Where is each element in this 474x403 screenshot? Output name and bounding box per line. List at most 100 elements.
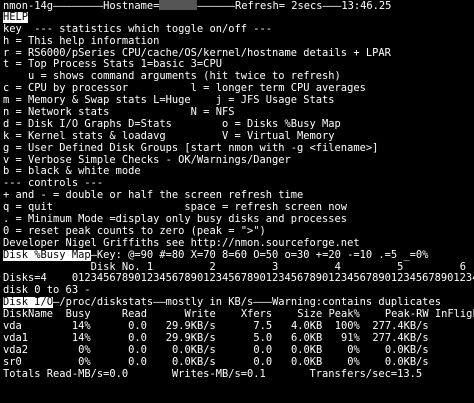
column-header: DiskName [3,309,54,321]
table-cell-peakrw: 0.0KB/s [384,356,429,368]
table-cell-peakrw: 0.0KB/s [384,344,429,356]
column-header: Size [297,309,323,321]
busy-map-tab[interactable]: Disk %Busy Map [3,249,91,261]
help-line: . = Minimum Mode =display only busy disk… [3,214,348,226]
disk-digit-ruler: 0123456789012345678901234567890123456789… [71,273,474,285]
help-line: u = shows command arguments (hit twice t… [3,71,341,83]
help-line: r = RS6000/pSeries CPU/cache/OS/kernel/h… [3,47,391,59]
table-cell-inflight: 0 [429,321,474,333]
help-line: b = black & white mode [3,166,141,178]
busy-map-digits-row: Disks=4 01234567890123456789012345678901… [3,273,474,285]
table-cell-read: 0.0 [128,344,147,356]
disk-io-header: Disk I/O—/proc/diskstats——mostly in KB/s… [3,297,474,309]
table-cell-peakrw: 277.4KB/s [372,332,429,344]
help-lines: key --- statistics which toggle on/off -… [3,24,474,250]
help-line: d = Disk I/O Graphs D=Stats o = Disks %B… [3,118,341,130]
table-cell-name: vda2 [3,344,29,356]
disk-io-table: vda14%0.029.9KB/s7.54.0KB100%277.4KB/s0v… [3,321,474,369]
clock-time: 13:46.25 [341,0,392,12]
table-cell-size: 0.0KB [290,344,323,356]
help-line: n = Network stats N = NFS [3,107,235,119]
status-separator: —— [153,297,166,309]
disk-io-tab[interactable]: Disk I/O [3,297,54,309]
busy-map-disk-numbers: Disk No. 1 2 3 4 5 6 [3,262,474,274]
help-tab[interactable]: HELP [3,11,29,23]
table-cell-write: 29.9KB/s [165,332,216,344]
hostname-label: Hostname= [103,0,160,12]
help-line: h = This help information [3,35,160,47]
table-cell-name: vda [3,321,22,333]
column-header: InFlight [434,309,474,321]
table-cell-name: sr0 [3,356,22,368]
help-line: 0 = reset peak counts to zero (peak = ">… [3,225,266,237]
table-cell-peak: 0% [347,356,360,368]
status-separator: ——— [253,297,273,309]
program-version: nmon-14g [3,0,54,12]
help-line: v = Verbose Simple Checks - OK/Warnings/… [3,154,291,166]
table-cell-peak: 91% [340,332,360,344]
table-cell-busy: 0% [78,356,91,368]
busy-map-header: Disk %Busy Map—Key: @=90 #=80 X=70 8=60 … [3,249,474,262]
status-separator: —————— [197,0,235,12]
help-line: g = User Defined Disk Groups [start nmon… [3,142,379,154]
duplicates-warning: Warning:contains duplicates [272,297,441,309]
help-line: t = Top Process Stats 1=basic 3=CPU [3,59,222,71]
table-cell-size: 0.0KB [290,356,323,368]
table-cell-name: vda1 [3,332,29,344]
table-cell-size: 4.0KB [290,321,323,333]
units-note: mostly in KB/s [165,297,254,309]
status-separator: ———————— [53,0,104,12]
help-line: --- controls --- [3,178,104,190]
column-header: Peak% [328,309,360,321]
table-cell-read: 0.0 [128,332,147,344]
table-cell-peak: 0% [347,344,360,356]
column-header: Xfers [240,309,273,321]
column-header: Write [184,309,216,321]
table-cell-xfers: 0.0 [253,344,273,356]
nmon-terminal: nmon-14g————————Hostname= ——————Refresh= … [0,0,474,403]
diskstats-path: /proc/diskstats [59,297,154,309]
disk-io-totals: Totals Read-MB/s=0.0 Writes-MB/s=0.1 Tra… [3,368,423,380]
help-line: key --- statistics which toggle on/off -… [3,23,272,35]
disk-tens-numbers: 1 2 3 4 5 6 [146,261,466,273]
table-cell-peakrw: 277.4KB/s [372,321,429,333]
hostname-redacted [159,0,198,10]
table-cell-read: 0.0 [128,321,147,333]
refresh-rate: Refresh= 2secs [234,0,323,12]
help-line: q = quit space = refresh screen now [3,202,348,214]
disk-no-label: Disk No. [90,261,141,273]
table-cell-xfers: 5.0 [253,332,273,344]
table-cell-write: 0.0KB/s [172,344,216,356]
table-cell-peak: 100% [334,321,360,333]
table-cell-inflight: 0 [429,357,474,369]
busy-map-range: disk 0 to 63 - [3,285,91,297]
table-cell-xfers: 0.0 [253,356,273,368]
help-line: Developer Nigel Griffiths see http://nmo… [3,237,360,249]
table-cell-xfers: 7.5 [253,321,273,333]
table-cell-busy: 14% [71,332,91,344]
help-line: + and - = double or half the screen refr… [3,190,304,202]
table-cell-busy: 0% [78,344,91,356]
help-line: m = Memory & Swap stats L=Huge j = JFS U… [3,95,335,107]
table-cell-inflight: 0 [429,333,474,345]
disks-count: Disks=4 [3,273,47,285]
disk-io-column-headers: DiskName Busy Read Write Xfers Size Peak% Peak-… [3,309,474,321]
table-cell-write: 0.0KB/s [172,356,216,368]
help-line: c = CPU by processor l = longer term CPU… [3,83,366,95]
column-header: Peak-RW [384,309,429,321]
column-header: Read [121,309,147,321]
table-row: vda 14% 0.0 29.9KB/s 7.5 4.0KB 100% 277.4KB/s0 [3,321,474,333]
top-status-bar: nmon-14g————————Hostname= ——————Refresh= … [3,0,474,12]
table-row: vda20%0.00.0KB/s0.00.0KB0%0.0KB/s0 [3,345,474,357]
busy-map-key: Key: @=90 #=80 X=70 8=60 O=50 o=30 +=20 … [96,249,429,261]
table-cell-size: 6.0KB [290,332,323,344]
help-line: k = Kernel stats & loadavg V = Virtual M… [3,130,335,142]
status-separator: ——— [322,0,342,12]
table-cell-read: 0.0 [128,356,147,368]
table-row: sr00%0.00.0KB/s0.00.0KB0%0.0KB/s0 [3,357,474,369]
column-header: Busy [65,309,91,321]
table-cell-busy: 14% [71,321,91,333]
help-section-header: HELP [3,11,474,24]
table-row: vda1 14% 0.0 29.9KB/s 5.0 6.0KB 91% 277.4KB/s0 [3,333,474,345]
table-cell-write: 29.9KB/s [165,321,216,333]
